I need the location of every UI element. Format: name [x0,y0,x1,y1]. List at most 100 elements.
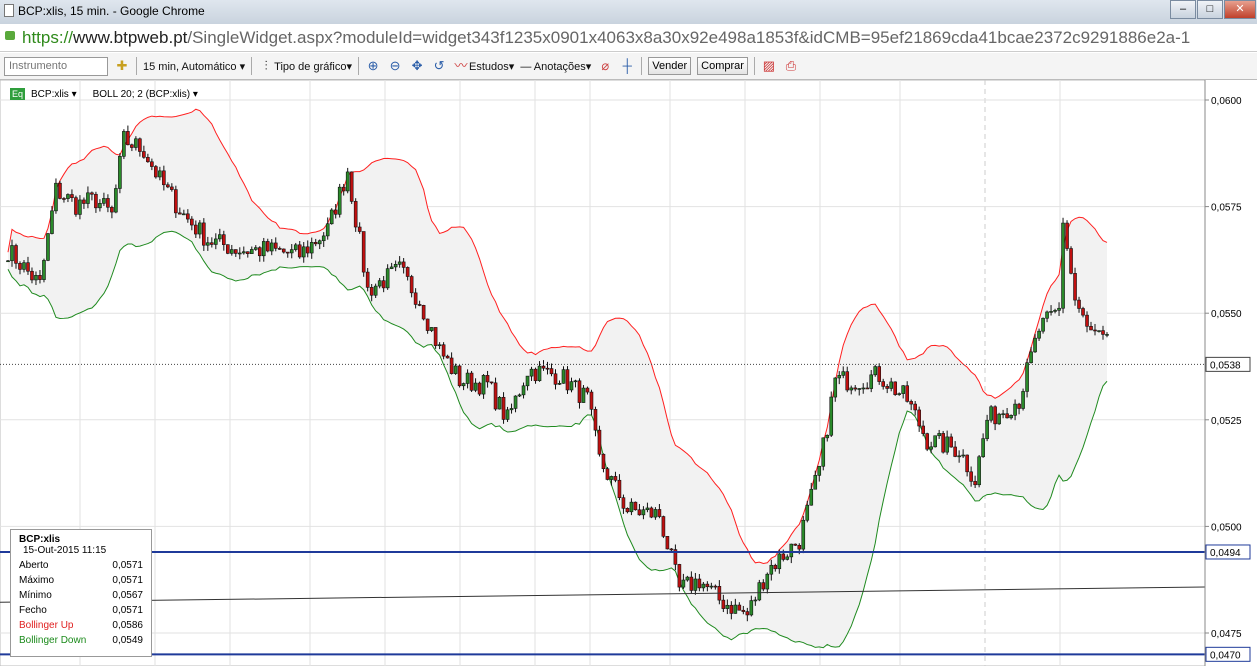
candle-body [525,375,530,387]
info-value: 0,0586 [112,620,143,631]
candle-body [1081,308,1085,316]
candle-body [313,242,318,245]
candle-body [30,270,34,281]
candle-body [853,387,858,390]
candle-body [885,386,890,389]
axis-tick-label: 0,0475 [1211,629,1242,640]
candle-body [925,433,929,450]
print-icon[interactable]: ⎙ [783,58,799,74]
candle-body [289,249,294,254]
candle-body [1013,403,1017,416]
compare-icon[interactable]: ✚ [114,58,130,74]
minimize-button[interactable]: – [1170,0,1196,19]
chart-toolbar: ✚ 15 min, Automático ▾ ⫶Tipo de gráfico▾… [0,53,1257,80]
candle-body [226,244,230,254]
study-legend[interactable]: BOLL 20; 2 (BCP:xlis) ▾ [93,89,198,100]
candle-body [273,242,278,249]
candle-body [969,471,973,482]
candle-body [809,488,814,506]
annotations-dropdown[interactable]: — Anotações▾ [520,60,591,73]
candle-body [821,437,826,467]
data-info-box: BCP:xlis 15-Out-2015 11:15 Aberto 0,0571 M… [10,529,152,657]
candle-body [401,261,406,268]
candle-body [253,247,258,250]
studies-dropdown[interactable]: 〰 Estudos▾ [453,58,515,74]
candle-body [1061,222,1065,309]
close-button[interactable]: ✕ [1224,0,1256,19]
candle-body [265,241,270,252]
candle-body [757,582,762,601]
candle-body [1097,330,1101,332]
candle-body [1045,311,1049,319]
interval-dropdown[interactable]: 15 min, Automático ▾ [143,60,245,73]
reset-icon[interactable]: ↺ [431,58,447,74]
divider [753,57,755,75]
candle-body [214,238,218,245]
maximize-button[interactable]: □ [1197,0,1223,19]
candle-body [953,446,957,457]
candle-body [1093,329,1097,332]
address-bar[interactable]: https://www.btpweb.pt/SingleWidget.aspx?… [0,24,1257,52]
candle-body [78,199,82,215]
settings-chart-icon[interactable]: ▨ [761,58,777,74]
candle-body [333,209,338,215]
instrument-input[interactable] [4,56,108,76]
candle-body [301,246,306,258]
candle-body [589,391,594,410]
candle-body [929,446,933,450]
info-row: Bollinger Up 0,0586 [19,620,143,635]
candle-body [585,387,590,393]
candle-body [102,198,106,204]
candle-body [1105,334,1109,336]
chart-legend: Eq BCP:xlis ▾ BOLL 20; 2 (BCP:xlis) ▾ [10,88,198,100]
eraser-icon[interactable]: ⌀ [597,58,613,74]
info-datetime: 15-Out-2015 11:15 [23,545,107,556]
candle-body [489,381,494,384]
candle-body [349,171,354,202]
candle-body [1033,337,1037,353]
candle-body [34,275,38,281]
candle-body [6,260,10,263]
annotations-label: Anotações [533,60,586,73]
zoom-in-icon[interactable]: ⊕ [365,58,381,74]
candle-body [409,276,414,294]
candle-body [1089,326,1093,331]
price-chart[interactable]: 0,0600 0,0575 0,0550 0,0525 0,0500 0,0475 0,05… [0,80,1257,666]
candle-body [1069,248,1073,274]
pan-icon[interactable]: ✥ [409,58,425,74]
instrument-legend[interactable]: BCP:xlis ▾ [31,89,77,100]
candle-body [337,186,342,215]
candle-body [146,156,150,163]
candle-body [357,226,362,232]
interval-label: 15 min, Automático [143,60,237,73]
candle-body [277,248,282,250]
candle-body [18,263,22,270]
candle-body [613,476,618,481]
crosshair-icon[interactable]: ┼ [619,58,635,74]
candle-body [210,242,214,245]
candle-body [705,583,710,588]
hline-price-label: 0,0470 [1210,650,1241,661]
candle-body [245,251,250,254]
candle-body [1001,413,1005,416]
candle-body [114,188,118,213]
candle-body [154,166,158,178]
zoom-out-icon[interactable]: ⊖ [387,58,403,74]
candle-body [190,218,194,226]
candle-body [661,516,666,537]
candle-body [961,454,965,457]
buy-button[interactable]: Comprar [697,57,748,75]
candle-body [649,507,654,518]
candle-body [158,170,162,178]
sell-button[interactable]: Vender [648,57,692,75]
candle-body [617,479,622,498]
candle-body [977,456,981,486]
candle-body [249,249,254,254]
candle-body [98,203,102,209]
candle-body [893,381,897,395]
candle-body [429,327,434,331]
candle-body [945,436,949,453]
info-row: Bollinger Down 0,0549 [19,635,143,650]
candle-body [685,576,690,581]
chart-type-dropdown[interactable]: ⫶ Tipo de gráfico▾ [258,58,353,74]
